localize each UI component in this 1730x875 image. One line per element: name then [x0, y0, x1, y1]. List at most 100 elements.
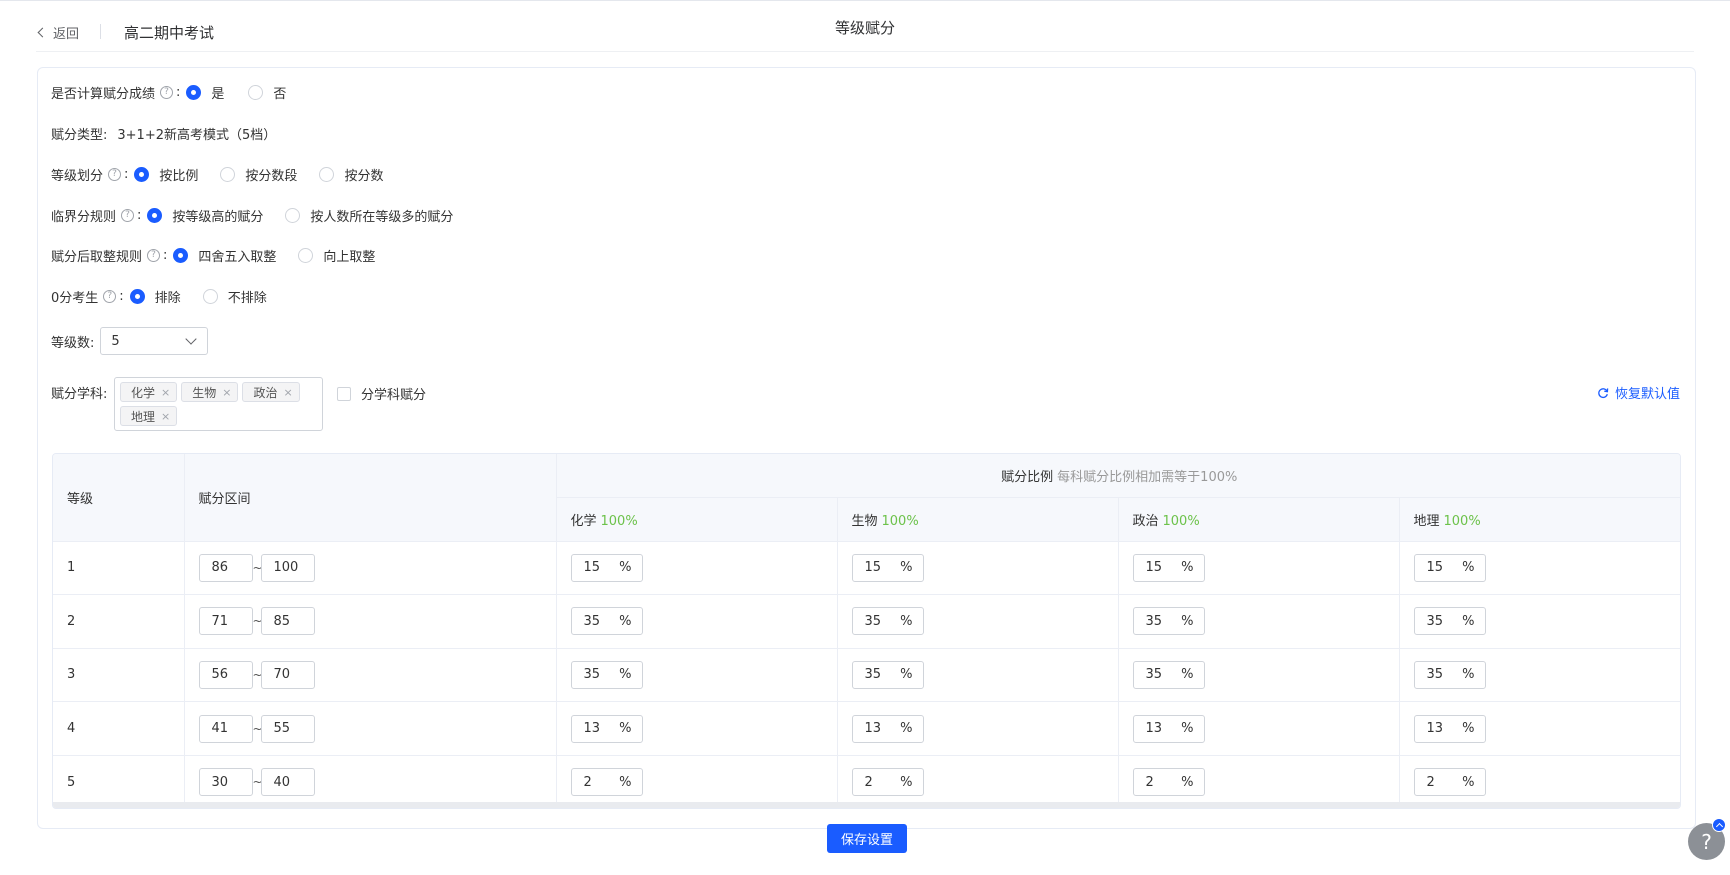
ratio-input[interactable]: 13%: [851, 714, 924, 743]
per-subject-checkbox[interactable]: 分学科赋分: [337, 384, 426, 403]
range-tilde: ~: [252, 775, 263, 790]
ratio-input[interactable]: 2%: [1413, 768, 1486, 797]
col-header-subject: 化学 100%: [556, 497, 838, 542]
radio-unchecked-icon: [285, 207, 301, 223]
range-max-input[interactable]: 70: [260, 660, 315, 689]
ratio-input[interactable]: 15%: [1413, 553, 1486, 582]
range-tilde: ~: [252, 667, 263, 682]
reset-default-button[interactable]: 恢复默认值: [1597, 383, 1680, 402]
range-max-input[interactable]: 55: [260, 714, 315, 743]
help-icon[interactable]: ?: [147, 248, 161, 262]
subject-tag: 政治 ×: [242, 382, 300, 402]
ratio-input[interactable]: 2%: [851, 768, 924, 797]
ratio-input[interactable]: 15%: [1132, 553, 1205, 582]
radio-rounding-half[interactable]: 四舍五入取整: [173, 246, 276, 265]
subjects-multiselect[interactable]: 化学 × 生物 × 政治 × 地理 ×: [114, 377, 323, 431]
radio-boundary-count[interactable]: 按人数所在等级多的赋分: [285, 206, 453, 225]
levels-label: 等级数:: [51, 335, 95, 351]
percent-suffix: %: [900, 560, 913, 576]
ratio-cell: 35%: [837, 594, 1119, 649]
ratio-cell: 35%: [1118, 594, 1400, 649]
percent-suffix: %: [619, 774, 632, 790]
grade-table: 等级 赋分区间 赋分比例 每科赋分比例相加需等于100% 化学 100% 生物 100…: [52, 453, 1681, 809]
range-max-input[interactable]: 40: [260, 768, 315, 797]
col-header-level: 等级: [53, 454, 185, 542]
ratio-input[interactable]: 35%: [1132, 607, 1205, 636]
ratio-input[interactable]: 13%: [1413, 714, 1486, 743]
radio-calc-yes[interactable]: 是: [186, 83, 224, 102]
radio-zero-exclude[interactable]: 排除: [129, 287, 181, 306]
levels-select[interactable]: 5: [100, 327, 209, 355]
ratio-input[interactable]: 2%: [570, 768, 643, 797]
type-value: 3+1+2新高考模式（5档）: [117, 127, 277, 143]
division-label: 等级划分: [51, 168, 104, 184]
percent-suffix: %: [619, 667, 632, 683]
ratio-input[interactable]: 2%: [1132, 768, 1205, 797]
ratio-input[interactable]: 15%: [570, 553, 643, 582]
save-button[interactable]: 保存设置: [827, 824, 907, 853]
ratio-cell: 2%: [556, 755, 838, 808]
radio-rounding-up[interactable]: 向上取整: [298, 246, 375, 265]
ratio-input[interactable]: 13%: [1132, 714, 1205, 743]
percent-suffix: %: [619, 560, 632, 576]
chevron-down-icon: [185, 332, 198, 345]
range-min-input[interactable]: 71: [198, 607, 253, 636]
ratio-cell: 2%: [837, 755, 1119, 808]
percent-suffix: %: [900, 667, 913, 683]
subject-tag: 地理 ×: [120, 406, 178, 426]
close-icon[interactable]: ×: [222, 386, 231, 399]
ratio-input[interactable]: 35%: [1413, 607, 1486, 636]
col-header-range: 赋分区间: [184, 454, 557, 542]
subject-tag: 化学 ×: [120, 382, 178, 402]
ratio-input[interactable]: 35%: [570, 660, 643, 689]
help-icon[interactable]: ?: [103, 289, 117, 303]
percent-suffix: %: [1181, 721, 1194, 737]
ratio-cell: 35%: [1399, 648, 1680, 703]
range-tilde: ~: [252, 614, 263, 629]
range-min-input[interactable]: 56: [198, 660, 253, 689]
level-cell: 2: [53, 594, 185, 649]
ratio-input[interactable]: 35%: [851, 607, 924, 636]
range-max-input[interactable]: 100: [260, 553, 315, 582]
help-icon[interactable]: ?: [121, 208, 135, 222]
col-header-subject: 政治 100%: [1118, 497, 1400, 542]
ratio-input[interactable]: 15%: [851, 553, 924, 582]
percent-suffix: %: [619, 721, 632, 737]
zero-label: 0分考生: [51, 290, 99, 306]
close-icon[interactable]: ×: [161, 410, 170, 423]
range-max-input[interactable]: 85: [260, 607, 315, 636]
ratio-cell: 13%: [556, 701, 838, 756]
range-min-input[interactable]: 30: [198, 768, 253, 797]
ratio-cell: 35%: [1118, 648, 1400, 703]
radio-division-score[interactable]: 按分数: [319, 165, 383, 184]
arrow-up-icon[interactable]: [1712, 818, 1726, 832]
ratio-cell: 15%: [556, 541, 838, 596]
ratio-input[interactable]: 35%: [570, 607, 643, 636]
help-icon[interactable]: ?: [160, 85, 174, 99]
radio-zero-include[interactable]: 不排除: [202, 287, 267, 306]
close-icon[interactable]: ×: [161, 386, 170, 399]
radio-checked-icon: [173, 247, 189, 263]
radio-unchecked-icon: [202, 288, 218, 304]
col-header-subject: 地理 100%: [1399, 497, 1680, 542]
radio-calc-no[interactable]: 否: [248, 83, 286, 102]
range-min-input[interactable]: 41: [198, 714, 253, 743]
range-cell: 56 ~70: [184, 648, 557, 703]
ratio-cell: 15%: [1399, 541, 1680, 596]
radio-division-ratio[interactable]: 按比例: [134, 165, 198, 184]
radio-boundary-high[interactable]: 按等级高的赋分: [147, 206, 263, 225]
help-icon[interactable]: ?: [108, 167, 122, 181]
radio-unchecked-icon: [220, 166, 236, 182]
calc-label: 是否计算赋分成绩: [51, 86, 156, 102]
ratio-cell: 13%: [1399, 701, 1680, 756]
range-min-input[interactable]: 86: [198, 553, 253, 582]
radio-division-segment[interactable]: 按分数段: [220, 165, 297, 184]
ratio-input[interactable]: 13%: [570, 714, 643, 743]
ratio-cell: 13%: [837, 701, 1119, 756]
ratio-input[interactable]: 35%: [1132, 660, 1205, 689]
horizontal-scrollbar[interactable]: [53, 802, 1680, 808]
ratio-input[interactable]: 35%: [851, 660, 924, 689]
table-row: 3 56 ~70 35% 35% 35% 35%: [53, 648, 1680, 703]
close-icon[interactable]: ×: [283, 386, 292, 399]
ratio-input[interactable]: 35%: [1413, 660, 1486, 689]
